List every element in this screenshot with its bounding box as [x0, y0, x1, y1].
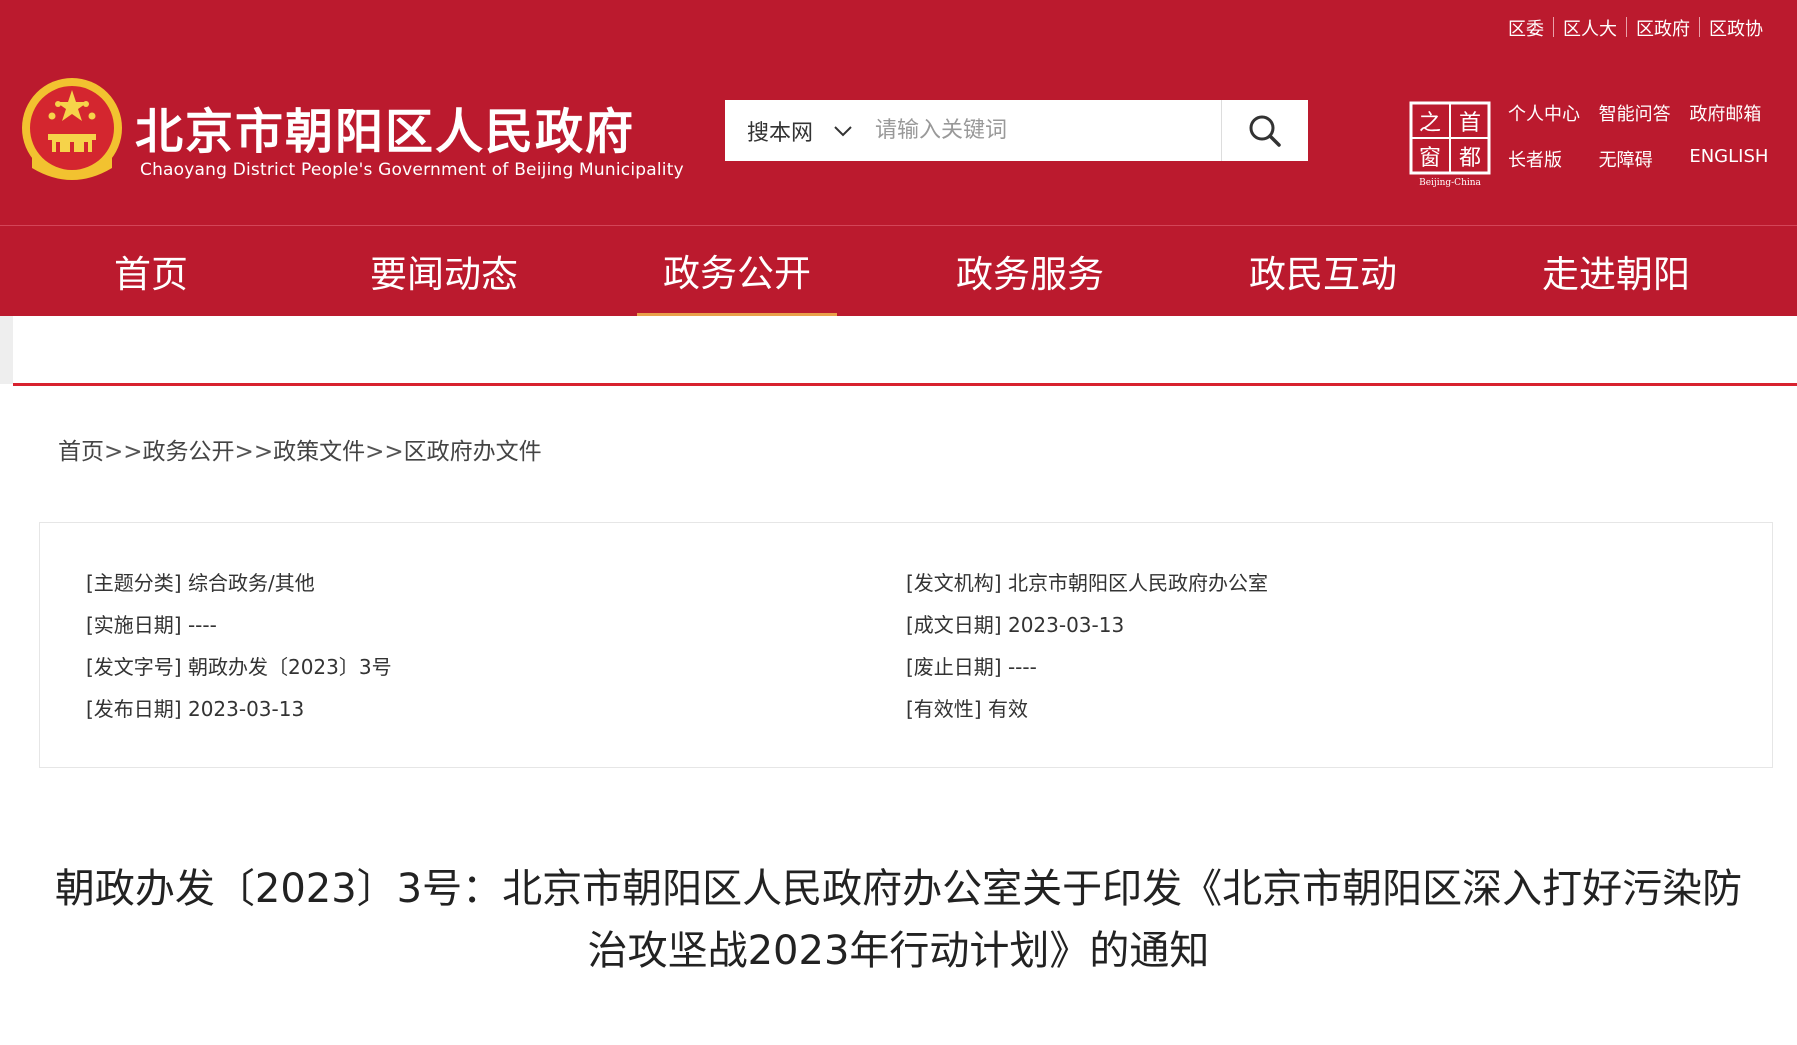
top-link-district-government[interactable]: 区政府 [1627, 15, 1699, 41]
breadcrumb-separator: >> [234, 439, 274, 465]
quick-link-english[interactable]: ENGLISH [1689, 146, 1780, 192]
search-scope-label: 搜本网 [746, 120, 813, 146]
top-link-district-committee[interactable]: 区委 [1499, 15, 1553, 41]
meta-value-effective-date: ---- [187, 613, 217, 637]
sub-nav-band [0, 316, 1797, 384]
top-link-district-cppcc[interactable]: 区政协 [1700, 15, 1772, 41]
meta-value-publish-date: 2023-03-13 [187, 697, 305, 721]
quick-link-personal-center[interactable]: 个人中心 [1508, 100, 1599, 146]
meta-label: [废止日期] [906, 655, 1002, 679]
breadcrumb-policy-documents[interactable]: 政策文件 [273, 439, 365, 465]
meta-value-topic: 综合政务/其他 [187, 571, 315, 595]
capital-logo-caption: Beijing-China [1419, 178, 1481, 188]
meta-value-issuing-agency: 北京市朝阳区人民政府办公室 [1007, 571, 1268, 595]
capital-logo-char: 首 [1459, 111, 1481, 136]
meta-label: [实施日期] [86, 613, 182, 637]
meta-label: [发文字号] [86, 655, 182, 679]
capital-window-logo-icon[interactable]: 之 首 窗 都 Beijing-China [1408, 100, 1492, 188]
meta-label: [主题分类] [86, 571, 182, 595]
capital-logo-char: 都 [1459, 146, 1481, 171]
meta-label: [发文机构] [906, 571, 1002, 595]
meta-value-written-date: 2023-03-13 [1007, 613, 1125, 637]
left-shade [0, 316, 13, 384]
nav-tab-about-chaoyang[interactable]: 走进朝阳 [1516, 226, 1716, 316]
document-title-line: 朝政办发〔2023〕3号：北京市朝阳区人民政府办公室关于印发《北京市朝阳区深入打… [54, 866, 1743, 912]
search-input[interactable] [875, 100, 1221, 161]
site-header: 区委 区人大 区政府 区政协 北京市朝阳区人民政府 Chaoyang Distr… [0, 0, 1797, 225]
quick-link-elder-version[interactable]: 长者版 [1508, 146, 1599, 192]
header-divider [13, 383, 1797, 386]
nav-tab-interaction[interactable]: 政民互动 [1223, 226, 1423, 316]
quick-links: 个人中心 智能问答 政府邮箱 长者版 无障碍 ENGLISH [1508, 100, 1780, 192]
nav-tab-services[interactable]: 政务服务 [930, 226, 1130, 316]
document-title-line: 治攻坚战2023年行动计划》的通知 [587, 928, 1210, 974]
meta-value-document-number: 朝政办发〔2023〕3号 [187, 655, 392, 679]
quick-link-smart-qa[interactable]: 智能问答 [1599, 100, 1690, 146]
nav-tab-government-affairs[interactable]: 政务公开 [637, 226, 837, 316]
metadata-left-column: [主题分类] 综合政务/其他 [实施日期] ---- [发文字号] 朝政办发〔2… [86, 567, 392, 735]
search-button[interactable] [1221, 100, 1308, 161]
metadata-right-column: [发文机构] 北京市朝阳区人民政府办公室 [成文日期] 2023-03-13 [… [906, 567, 1268, 735]
top-links: 区委 区人大 区政府 区政协 [1499, 15, 1772, 41]
meta-label: [发布日期] [86, 697, 182, 721]
document-metadata: [主题分类] 综合政务/其他 [实施日期] ---- [发文字号] 朝政办发〔2… [39, 522, 1773, 768]
search-bar: 搜本网 [725, 100, 1308, 161]
breadcrumb-district-office-documents[interactable]: 区政府办文件 [404, 439, 542, 465]
nav-tab-home[interactable]: 首页 [51, 226, 251, 316]
meta-value-abolish-date: ---- [1007, 655, 1037, 679]
meta-label: [有效性] [906, 697, 982, 721]
national-emblem-icon[interactable] [20, 76, 124, 186]
chevron-down-icon [834, 125, 852, 136]
breadcrumb-government-affairs[interactable]: 政务公开 [143, 439, 235, 465]
search-scope-select[interactable]: 搜本网 [725, 115, 875, 147]
capital-logo-char: 窗 [1419, 146, 1441, 171]
main-nav: 首页 要闻动态 政务公开 政务服务 政民互动 走进朝阳 [0, 225, 1797, 316]
meta-value-validity: 有效 [987, 697, 1028, 721]
site-title: 北京市朝阳区人民政府 [135, 104, 636, 160]
document-title: 朝政办发〔2023〕3号：北京市朝阳区人民政府办公室关于印发《北京市朝阳区深入打… [0, 858, 1797, 982]
site-subtitle: Chaoyang District People's Government of… [140, 160, 684, 180]
nav-tab-news[interactable]: 要闻动态 [344, 226, 544, 316]
breadcrumb-separator: >> [104, 439, 143, 465]
top-link-district-congress[interactable]: 区人大 [1554, 15, 1626, 41]
breadcrumb-separator: >> [365, 439, 404, 465]
search-icon [1249, 115, 1281, 147]
meta-label: [成文日期] [906, 613, 1002, 637]
quick-link-government-mailbox[interactable]: 政府邮箱 [1689, 100, 1780, 146]
quick-link-accessibility[interactable]: 无障碍 [1599, 146, 1690, 192]
breadcrumb-home[interactable]: 首页 [58, 439, 104, 465]
capital-logo-char: 之 [1419, 111, 1441, 136]
breadcrumb: 首页>>政务公开>>政策文件>>区政府办文件 [58, 432, 542, 466]
